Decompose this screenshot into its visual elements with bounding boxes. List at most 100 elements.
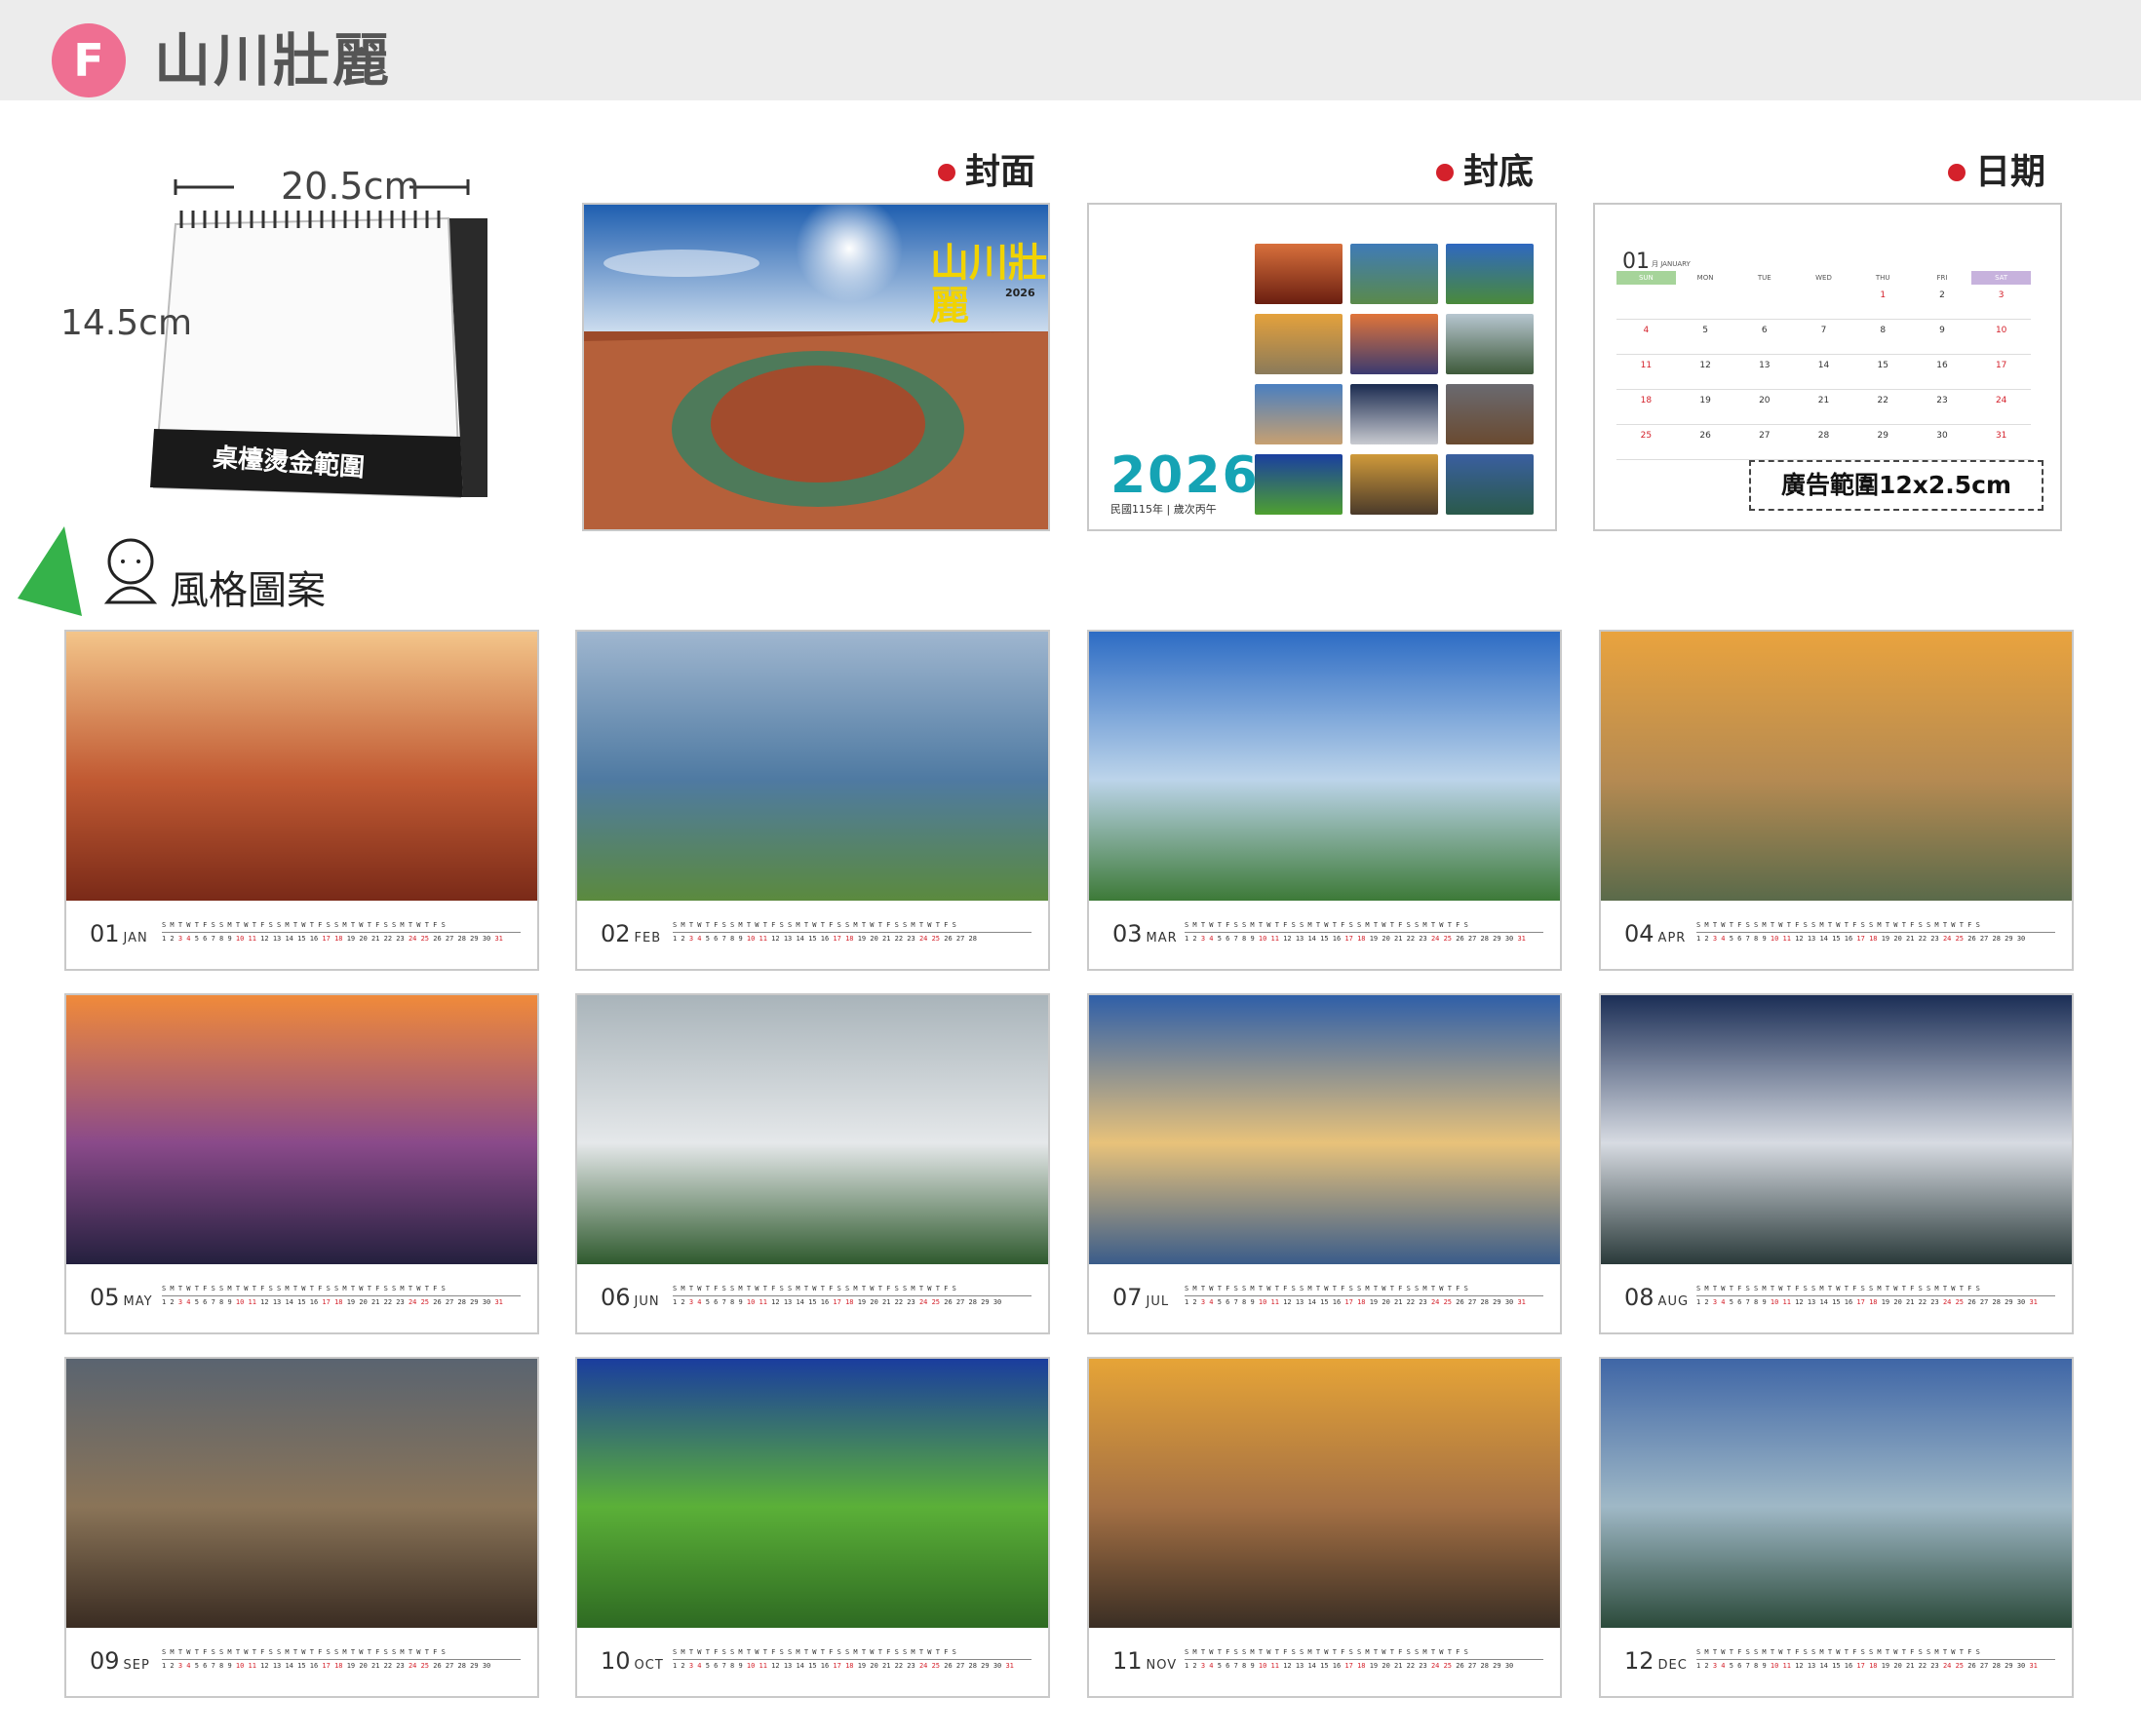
bullet-icon [1436,164,1454,181]
month-label: 10 OCT [601,1643,664,1683]
month-name: AUG [1657,1294,1690,1309]
cover-label: 封面 [938,150,1035,195]
month-card-04: 04 APR S M T W T F S S M T W T F S S M T W… [1599,630,2074,971]
date-row: 4 5 6 7 8 9 10 [1616,320,2031,355]
month-label: 03 MAR [1112,916,1178,956]
back-year: 2026 [1110,446,1260,505]
cover-year: 2026 [1005,287,1035,299]
date-strip: S M T W T F S S M T W T F S S M T W T F … [1696,1284,2055,1308]
month-caption: 05 MAY S M T W T F S S M T W T F S S M T W… [66,1264,537,1332]
bullet-icon [938,164,955,181]
date-row: 123 [1616,285,2031,320]
month-number: 03 [1112,920,1143,947]
month-number: 05 [90,1284,120,1311]
month-number: 04 [1624,920,1654,947]
date-strip: S M T W T F S S M T W T F S S M T W T F … [162,1647,521,1672]
month-name: APR [1657,931,1687,945]
month-caption: 09 SEP S M T W T F S S M T W T F S S M T W… [66,1628,537,1696]
bullet-icon [1948,164,1966,181]
month-label: 06 JUN [601,1280,660,1320]
month-number: 01 [90,920,120,947]
month-card-01: 01 JAN S M T W T F S S M T W T F S S M T W… [64,630,539,971]
month-label: 04 APR [1624,916,1686,956]
month-number: 12 [1624,1647,1654,1675]
cover-preview: 山川壯麗 2026 [582,203,1050,531]
weekday-header: SUN MON TUE WED THU FRI SAT [1616,271,2032,285]
month-photo [1089,995,1560,1264]
month-label: 01 JAN [90,916,148,956]
month-card-08: 08 AUG S M T W T F S S M T W T F S S M T W… [1599,993,2074,1334]
month-caption: 01 JAN S M T W T F S S M T W T F S S M T W… [66,901,537,969]
date-strip: S M T W T F S S M T W T F S S M T W T F … [1185,920,1543,945]
month-card-09: 09 SEP S M T W T F S S M T W T F S S M T W… [64,1357,539,1698]
style-section-label: 風格圖案 [170,568,326,613]
month-name: OCT [634,1658,664,1673]
date-label: 日期 [1948,150,2045,195]
thumb-06 [1446,314,1534,374]
month-card-06: 06 JUN S M T W T F S S M T W T F S S M T W… [575,993,1050,1334]
date-grid: SUN MON TUE WED THU FRI SAT 123 4 5 6 7 8 9 10… [1616,271,2032,460]
month-caption: 02 FEB S M T W T F S S M T W T F S S M T W… [577,901,1048,969]
month-caption: 12 DEC S M T W T F S S M T W T F S S M T W… [1601,1628,2072,1696]
back-label: 封底 [1436,150,1534,195]
back-cover-preview: 2026 民國115年 | 歲次丙午 [1087,203,1557,531]
month-name: MAY [123,1294,153,1309]
month-label: 07 JUL [1112,1280,1169,1320]
month-caption: 06 JUN S M T W T F S S M T W T F S S M T W… [577,1264,1048,1332]
back-subtitle: 民國115年 | 歲次丙午 [1110,503,1217,516]
month-photo [1089,632,1560,901]
date-row: 25 26 27 28 29 30 31 [1616,425,2031,460]
month-number: 07 [1112,1284,1143,1311]
width-dimension: 20.5cm [281,165,420,208]
month-card-02: 02 FEB S M T W T F S S M T W T F S S M T W… [575,630,1050,971]
month-photo [577,1359,1048,1628]
month-photo [577,995,1048,1264]
month-caption: 08 AUG S M T W T F S S M T W T F S S M T W… [1601,1264,2072,1332]
month-photo [1601,1359,2072,1628]
date-strip: S M T W T F S S M T W T F S S M T W T F … [1696,920,2055,945]
month-card-07: 07 JUL S M T W T F S S M T W T F S S M T W… [1087,993,1562,1334]
month-name: DEC [1657,1658,1688,1673]
month-photo [1089,1359,1560,1628]
date-row: 11 12 13 14 15 16 17 [1616,355,2031,390]
month-label: 12 DEC [1624,1643,1688,1683]
month-photo [1601,632,2072,901]
thumb-07 [1255,384,1343,444]
month-number: 02 [601,920,631,947]
month-name: NOV [1146,1658,1178,1673]
thumb-09 [1446,384,1534,444]
month-label: 02 FEB [601,916,661,956]
date-strip: S M T W T F S S M T W T F S S M T W T F … [673,920,1032,945]
thumb-08 [1350,384,1438,444]
thumb-10 [1255,454,1343,515]
month-card-12: 12 DEC S M T W T F S S M T W T F S S M T W… [1599,1357,2074,1698]
month-label: 05 MAY [90,1280,153,1320]
month-number: 09 [90,1647,120,1675]
month-name: FEB [634,931,662,945]
month-name: MAR [1146,931,1178,945]
cover-title: 山川壯麗 [930,241,1047,328]
month-number: 11 [1112,1647,1143,1675]
month-card-03: 03 MAR S M T W T F S S M T W T F S S M T W… [1087,630,1562,971]
date-page-preview: 01 月 JANUARY SUN MON TUE WED THU FRI SAT… [1593,203,2062,531]
month-number: 06 [601,1284,631,1311]
month-name: JUN [634,1294,660,1309]
thumb-03 [1446,244,1534,304]
month-label: 09 SEP [90,1643,150,1683]
month-photo [66,995,537,1264]
date-row: 18 19 20 21 22 23 24 [1616,390,2031,425]
thumb-05 [1350,314,1438,374]
tree-icon [18,526,82,616]
month-label: 08 AUG [1624,1280,1689,1320]
thumb-02 [1350,244,1438,304]
thumb-01 [1255,244,1343,304]
height-dimension: 14.5cm [60,303,193,343]
month-photo [66,632,537,901]
month-caption: 07 JUL S M T W T F S S M T W T F S S M T W… [1089,1264,1560,1332]
month-number: 10 [601,1647,631,1675]
page-title: 山川壯麗 [154,27,393,94]
month-number: 08 [1624,1284,1654,1311]
month-name: SEP [123,1658,150,1673]
month-photo [66,1359,537,1628]
thumb-11 [1350,454,1438,515]
